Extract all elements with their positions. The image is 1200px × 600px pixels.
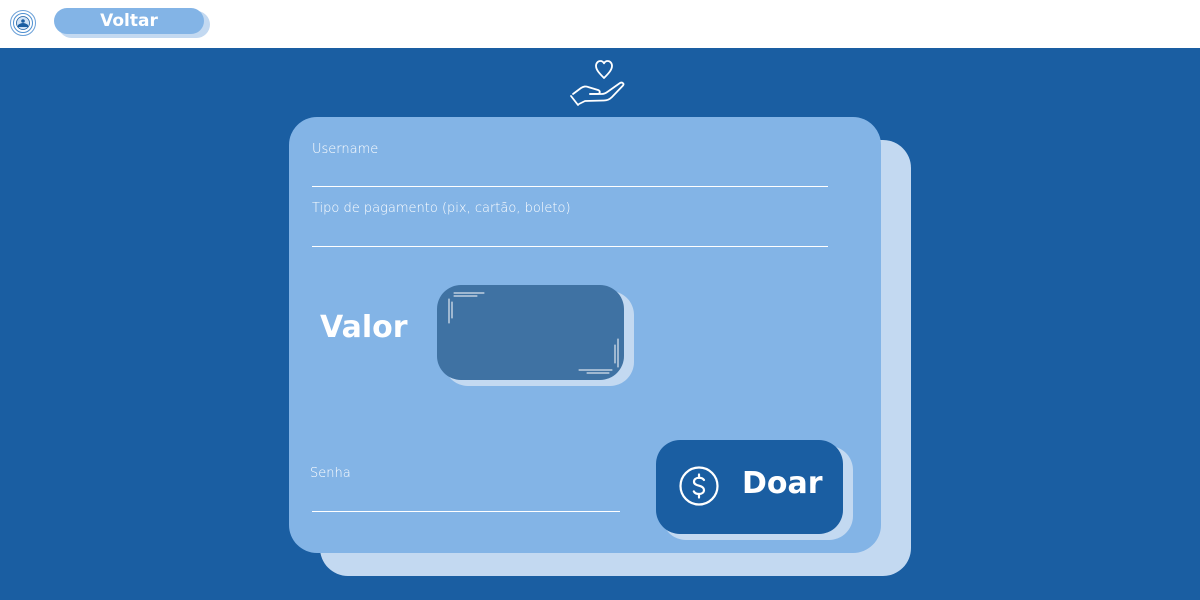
seal-logo-icon — [10, 10, 36, 36]
donate-button-label: Doar — [742, 466, 823, 501]
username-input[interactable] — [312, 162, 828, 187]
donate-button[interactable]: Doar — [656, 440, 843, 534]
valor-label: Valor — [320, 310, 408, 345]
top-bar: Voltar — [0, 0, 1200, 48]
payment-type-label: Tipo de pagamento (pix, cartão, boleto) — [312, 201, 571, 216]
senha-label: Senha — [310, 466, 351, 481]
senha-input[interactable] — [312, 487, 620, 512]
hand-heart-icon — [569, 56, 631, 108]
valor-input[interactable] — [437, 285, 624, 380]
back-button[interactable]: Voltar — [54, 8, 204, 34]
dollar-circle-icon — [679, 466, 719, 506]
back-button-wrapper: Voltar — [54, 8, 210, 38]
payment-type-input[interactable] — [312, 222, 828, 247]
username-label: Username — [312, 142, 379, 157]
